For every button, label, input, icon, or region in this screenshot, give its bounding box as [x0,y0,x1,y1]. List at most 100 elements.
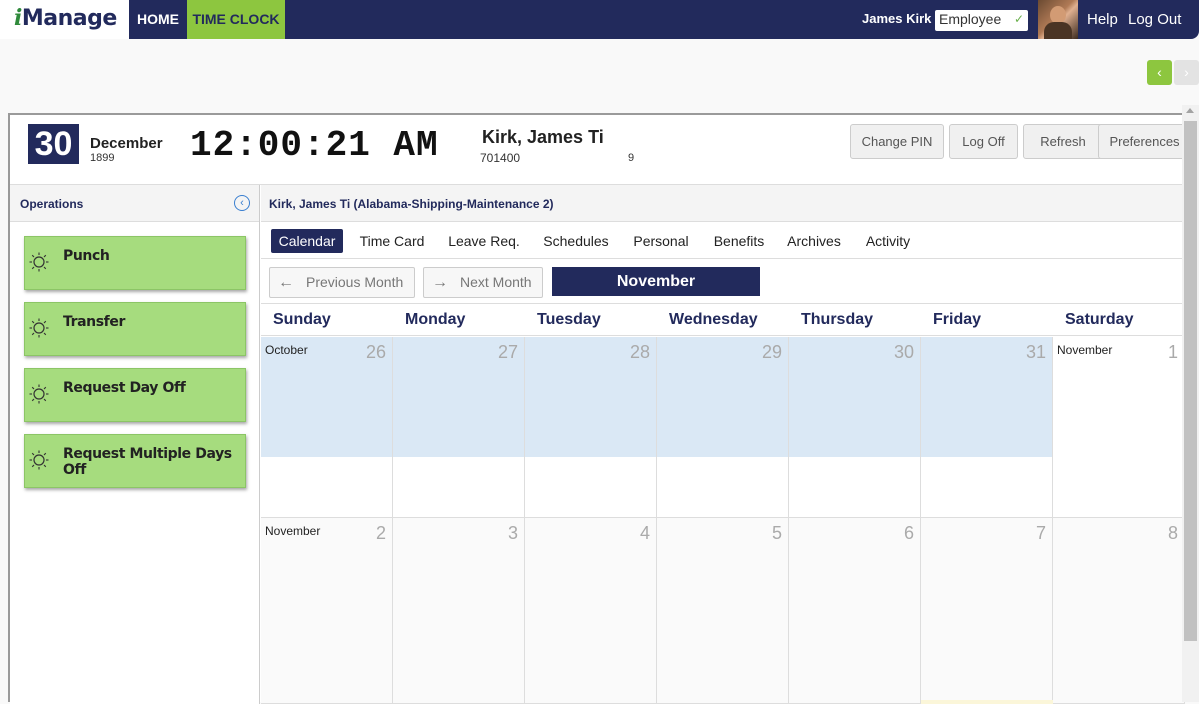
month-title: November [552,267,760,296]
calendar-day-cell[interactable]: 3 [393,518,525,704]
sun-icon [29,384,49,404]
operation-label: Request Day Off [63,380,186,396]
sun-icon [29,450,49,470]
day-month-label: October [265,343,308,357]
tab-schedules[interactable]: Schedules [541,229,611,253]
user-name: James Kirk [862,11,932,26]
operations-title: Operations [20,197,84,211]
day-month-label: November [1057,343,1113,357]
tab-activity[interactable]: Activity [863,229,913,253]
day-number: 26 [365,342,386,362]
calendar-day-cell[interactable]: November 1 [1053,337,1185,518]
day-box: 30 [28,124,79,164]
punch-button[interactable]: Punch [24,236,246,290]
log-off-button[interactable]: Log Off [949,124,1018,159]
time-clock-panel: 30 December 1899 12:00:21 AM Kirk, James… [8,113,1199,704]
nav-time-clock[interactable]: TIME CLOCK [187,0,285,39]
calendar-day-cell[interactable]: 31 [921,337,1053,518]
employee-id: 701400 [480,151,521,165]
scroll-up-icon[interactable] [1186,108,1194,113]
arrow-left-icon: ← [278,274,294,291]
tab-bar: Calendar Time Card Leave Req. Schedules … [261,222,1183,259]
day-number: 30 [893,342,914,362]
day-number: 7 [1035,523,1046,543]
calendar-content: Kirk, James Ti (Alabama-Shipping-Mainten… [261,185,1185,704]
calendar-day-cell[interactable]: 30 [789,337,921,518]
calendar-day-cell[interactable]: 6 [789,518,921,704]
calendar-grid: Sunday Monday Tuesday Wednesday Thursday Frid… [261,304,1185,704]
sun-icon [29,318,49,338]
help-link[interactable]: Help [1087,11,1118,28]
next-month-label: Next Month [460,274,532,290]
request-multiple-days-off-button[interactable]: Request Multiple Days Off [24,434,246,488]
employee-number: 9 [628,152,635,164]
weekday-header: Thursday [789,304,921,336]
next-week-friday-strip [921,700,1053,704]
role-select-value: Employee [939,11,1002,27]
calendar-day-cell[interactable]: 8 [1053,518,1185,704]
day-month-label: November [265,524,321,538]
breadcrumb: Kirk, James Ti (Alabama-Shipping-Mainten… [261,185,1183,222]
scroll-thumb[interactable] [1184,121,1197,641]
day-number: 31 [1025,342,1046,362]
calendar-day-cell[interactable]: 28 [525,337,657,518]
calendar-day-cell[interactable]: 7 [921,518,1053,704]
tab-time-card[interactable]: Time Card [357,229,427,253]
weekday-header: Saturday [1053,304,1185,336]
change-pin-button[interactable]: Change PIN [850,124,944,159]
calendar-day-cell[interactable]: 5 [657,518,789,704]
weekday-header: Wednesday [657,304,789,336]
imanage-logo[interactable]: iManage [0,0,129,39]
top-navigation-bar: iManage HOME TIME CLOCK James Kirk Emplo… [0,0,1199,39]
next-month-button[interactable]: → Next Month [423,267,543,298]
clock-header: 30 December 1899 12:00:21 AM Kirk, James… [10,115,1199,185]
calendar-day-cell[interactable]: October 26 [261,337,393,518]
day-number: 1 [1167,342,1178,362]
operation-label: Request Multiple Days Off [63,446,232,478]
sun-icon [29,252,49,272]
pager-prev-button[interactable]: ‹ [1147,60,1172,85]
calendar-day-cell[interactable]: November 2 [261,518,393,704]
tab-benefits[interactable]: Benefits [710,229,768,253]
tab-calendar[interactable]: Calendar [271,229,343,253]
avatar[interactable] [1038,0,1078,39]
collapse-icon[interactable]: ‹ [234,195,250,211]
tab-personal[interactable]: Personal [631,229,691,253]
day-number: 29 [761,342,782,362]
nav-home[interactable]: HOME [129,0,187,39]
employee-name: Kirk, James Ti [482,127,604,147]
calendar-day-cell[interactable]: 27 [393,337,525,518]
operation-label: Transfer [63,314,125,330]
preferences-button[interactable]: Preferences [1098,124,1191,159]
calendar-day-cell[interactable]: 29 [657,337,789,518]
transfer-button[interactable]: Transfer [24,302,246,356]
day-number: 6 [903,523,914,543]
role-select[interactable]: Employee ✓ [935,10,1028,31]
day-number: 4 [639,523,650,543]
previous-month-button[interactable]: ← Previous Month [269,267,415,298]
day-number: 27 [497,342,518,362]
month-navigation: ← Previous Month → Next Month November [261,259,1183,304]
tab-archives[interactable]: Archives [785,229,843,253]
vertical-scrollbar[interactable] [1182,105,1199,702]
day-number: 2 [375,523,386,543]
weekday-header: Friday [921,304,1053,336]
pager-next-button[interactable]: › [1174,60,1199,85]
weekday-header: Sunday [261,304,393,336]
avatar-body [1044,22,1072,39]
day-number: 3 [507,523,518,543]
request-day-off-button[interactable]: Request Day Off [24,368,246,422]
logo-text: Manage [21,6,117,31]
day-number: 28 [629,342,650,362]
arrow-right-icon: → [432,274,448,291]
breadcrumb-text: Kirk, James Ti (Alabama-Shipping-Mainten… [269,197,554,211]
operation-label: Punch [63,248,110,264]
tab-leave-req[interactable]: Leave Req. [445,229,523,253]
operations-header: Operations ‹ [10,185,259,222]
header-month: December [90,135,163,152]
day-number: 5 [771,523,782,543]
logout-link[interactable]: Log Out [1128,11,1181,28]
calendar-day-cell[interactable]: 4 [525,518,657,704]
weekday-header: Tuesday [525,304,657,336]
refresh-button[interactable]: Refresh [1023,124,1103,159]
